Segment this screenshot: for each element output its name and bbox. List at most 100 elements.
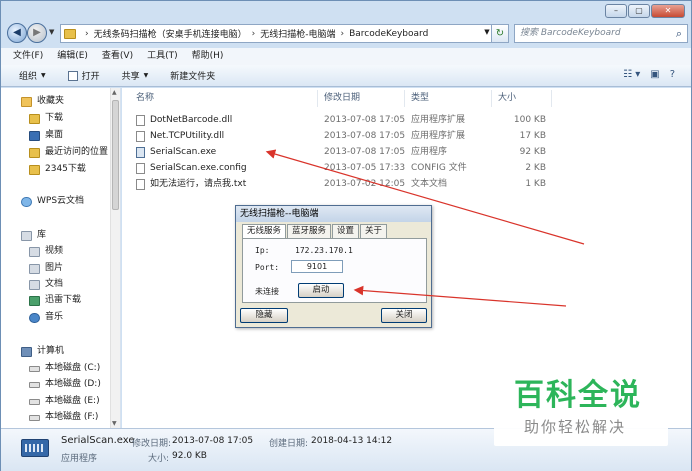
nav-favorites[interactable]: 收藏夹 xyxy=(21,94,64,109)
breadcrumb-3[interactable]: BarcodeKeyboard xyxy=(349,29,428,39)
file-row[interactable]: SerialScan.exe 2013-07-08 17:05 应用程序 92 … xyxy=(122,144,691,160)
watermark-subtitle: 助你轻松解决 xyxy=(524,418,627,436)
maximize-button[interactable]: ▢ xyxy=(628,4,650,18)
tab-settings[interactable]: 设置 xyxy=(332,224,360,238)
port-input[interactable]: 9101 xyxy=(291,260,343,273)
minimize-button[interactable]: – xyxy=(605,4,627,18)
column-name[interactable]: 名称 xyxy=(130,90,318,107)
nav-scrollbar[interactable]: ▲ ▼ xyxy=(110,88,120,428)
back-arrow-icon[interactable]: ◀ xyxy=(7,23,27,43)
nav-drive-f-label: 本地磁盘 (F:) xyxy=(45,412,99,422)
column-size[interactable]: 大小 xyxy=(492,90,552,107)
dialog-close-button[interactable]: 关闭 xyxy=(381,308,427,323)
nav-desktop-label: 桌面 xyxy=(45,130,64,140)
nav-downloads[interactable]: 下载 xyxy=(29,111,63,126)
nav-drive-f[interactable]: 本地磁盘 (F:) xyxy=(29,410,98,425)
picture-icon xyxy=(29,263,40,274)
menu-help[interactable]: 帮助(H) xyxy=(192,48,234,65)
scroll-down-icon[interactable]: ▼ xyxy=(112,420,117,427)
details-size-value: 92.0 KB xyxy=(172,451,207,461)
search-placeholder: 搜索 BarcodeKeyboard xyxy=(520,28,621,38)
start-button[interactable]: 启动 xyxy=(298,283,344,298)
file-type: 文本文档 xyxy=(411,179,448,189)
cloud-icon xyxy=(21,196,32,207)
menu-edit[interactable]: 编辑(E) xyxy=(57,48,98,65)
view-mode-icon[interactable]: ☷ ▾ xyxy=(623,69,640,80)
history-dropdown-icon[interactable]: ▼ xyxy=(49,28,54,36)
nav-music-label: 音乐 xyxy=(45,312,64,322)
nav-computer[interactable]: 计算机 xyxy=(21,344,64,359)
nav-pictures[interactable]: 图片 xyxy=(29,261,63,276)
tab-wireless[interactable]: 无线服务 xyxy=(242,224,287,239)
nav-library-label: 库 xyxy=(37,230,47,240)
column-date[interactable]: 修改日期 xyxy=(318,90,405,107)
scroll-up-icon[interactable]: ▲ xyxy=(112,89,117,96)
file-type: 应用程序扩展 xyxy=(411,131,466,141)
scrollbar-thumb[interactable] xyxy=(112,100,119,210)
share-button[interactable]: 共享 ▼ xyxy=(122,69,149,82)
help-icon[interactable]: ? xyxy=(670,69,675,80)
tab-bluetooth[interactable]: 蓝牙服务 xyxy=(287,224,332,238)
video-icon xyxy=(29,246,40,257)
dialog-title: 无线扫描枪--电脑端 xyxy=(236,206,431,222)
breadcrumb-1[interactable]: 无线条码扫描枪（安桌手机连接电脑） xyxy=(94,27,247,40)
search-input[interactable]: 搜索 BarcodeKeyboard ⌕ xyxy=(514,24,688,43)
preview-pane-icon[interactable]: ▣ xyxy=(650,69,659,80)
file-type: CONFIG 文件 xyxy=(411,163,467,173)
drive-icon xyxy=(29,381,40,388)
column-type[interactable]: 类型 xyxy=(405,90,492,107)
nav-computer-label: 计算机 xyxy=(37,346,65,356)
nav-documents[interactable]: 文档 xyxy=(29,277,63,292)
chevron-right-icon: › xyxy=(251,28,256,39)
details-size-label: 大小: xyxy=(148,454,170,464)
organize-button[interactable]: 组织 ▼ xyxy=(19,69,46,82)
exe-file-icon xyxy=(136,147,145,158)
menu-file[interactable]: 文件(F) xyxy=(13,48,53,65)
file-name: 如无法运行，请点我.txt xyxy=(150,179,247,189)
file-date: 2013-07-02 12:05 xyxy=(324,179,406,189)
nav-recent[interactable]: 最近访问的位置 xyxy=(29,145,108,160)
nav-wps-cloud[interactable]: WPS云文档 xyxy=(21,194,84,209)
computer-icon xyxy=(21,346,32,357)
file-date: 2013-07-08 17:05 xyxy=(324,147,406,157)
nav-thunder-downloads[interactable]: 迅雷下载 xyxy=(29,293,81,308)
address-bar[interactable]: › 无线条码扫描枪（安桌手机连接电脑） › 无线扫描枪-电脑端 › Barcod… xyxy=(60,24,508,43)
connection-status: 未连接 xyxy=(255,287,279,296)
navigation-pane: 收藏夹 下载 桌面 最近访问的位置 2345下载 WPS云文档 库 视频 图片 … xyxy=(1,88,121,428)
menu-tools[interactable]: 工具(T) xyxy=(147,48,188,65)
nav-music[interactable]: 音乐 xyxy=(29,310,63,325)
file-row[interactable]: DotNetBarcode.dll 2013-07-08 17:05 应用程序扩… xyxy=(122,112,691,128)
file-row[interactable]: 如无法运行，请点我.txt 2013-07-02 12:05 文本文档 1 KB xyxy=(122,176,691,192)
file-row[interactable]: SerialScan.exe.config 2013-07-05 17:33 C… xyxy=(122,160,691,176)
menu-view[interactable]: 查看(V) xyxy=(102,48,143,65)
breadcrumb-2[interactable]: 无线扫描枪-电脑端 xyxy=(260,27,335,40)
document-icon xyxy=(29,279,40,290)
nav-wps-label: WPS云文档 xyxy=(37,196,85,206)
details-type: 应用程序 xyxy=(61,454,98,464)
new-folder-button[interactable]: 新建文件夹 xyxy=(170,69,215,82)
search-icon[interactable]: ⌕ xyxy=(676,25,682,42)
nav-2345-downloads[interactable]: 2345下载 xyxy=(29,162,86,177)
downloads-icon xyxy=(29,113,40,124)
hide-button[interactable]: 隐藏 xyxy=(240,308,288,323)
refresh-icon[interactable]: ↻ xyxy=(491,24,509,43)
file-name: SerialScan.exe xyxy=(150,147,217,157)
nav-drive-e[interactable]: 本地磁盘 (E:) xyxy=(29,394,100,409)
forward-arrow-icon[interactable]: ▶ xyxy=(27,23,47,43)
wireless-panel: Ip: 172.23.170.1 Port: 9101 未连接 启动 xyxy=(242,238,427,303)
file-row[interactable]: Net.TCPUtility.dll 2013-07-08 17:05 应用程序… xyxy=(122,128,691,144)
download-icon xyxy=(29,295,40,306)
nav-drive-c[interactable]: 本地磁盘 (C:) xyxy=(29,361,100,376)
close-button[interactable]: ✕ xyxy=(651,4,685,18)
open-button[interactable]: 打开 xyxy=(67,69,100,82)
nav-videos[interactable]: 视频 xyxy=(29,244,63,259)
tab-about[interactable]: 关于 xyxy=(360,224,388,238)
star-icon xyxy=(21,96,32,107)
file-name: SerialScan.exe.config xyxy=(150,163,247,173)
nav-desktop[interactable]: 桌面 xyxy=(29,128,63,143)
nav-drive-d[interactable]: 本地磁盘 (D:) xyxy=(29,377,101,392)
details-created-value: 2018-04-13 14:12 xyxy=(311,436,393,446)
nav-library[interactable]: 库 xyxy=(21,228,46,243)
share-label: 共享 xyxy=(121,72,140,82)
music-icon xyxy=(29,312,40,323)
